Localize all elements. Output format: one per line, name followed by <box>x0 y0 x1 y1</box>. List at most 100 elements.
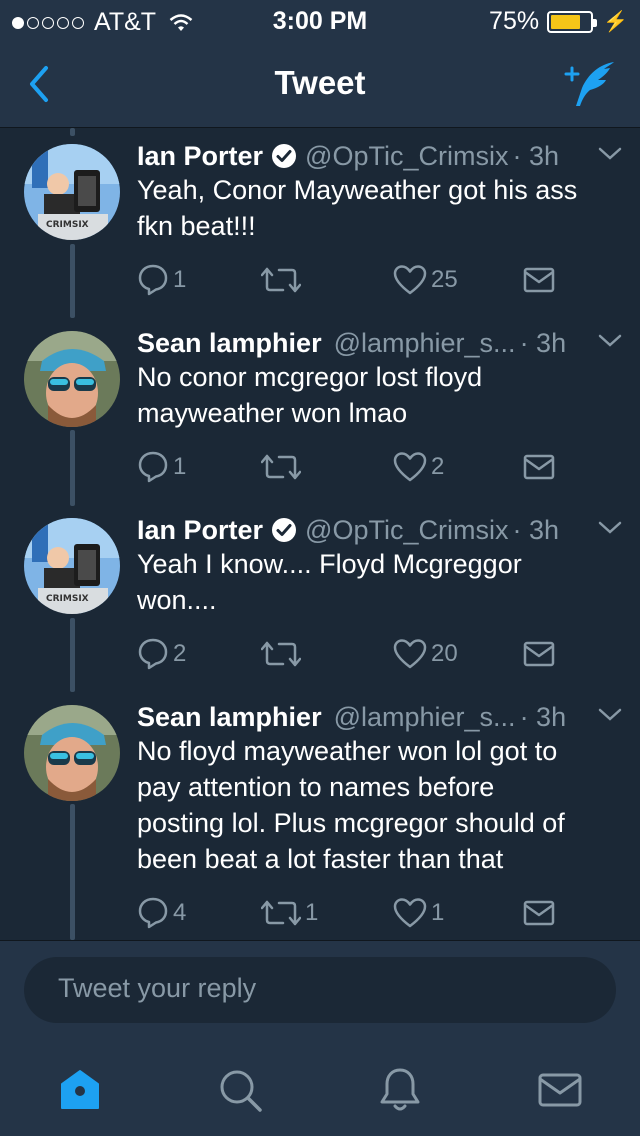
tweet-header: Sean lamphier @lamphier_s... · 3h <box>137 697 627 737</box>
retweet-button[interactable]: 1 <box>261 895 318 931</box>
author-handle[interactable]: @lamphier_s... <box>334 702 516 733</box>
tweet[interactable]: Sean lamphier @lamphier_s... · 3h No con… <box>0 323 640 503</box>
like-count: 1 <box>431 899 445 926</box>
direct-message-button[interactable] <box>523 262 555 298</box>
tweet-text: Yeah I know.... Floyd Mcgreggor won.... <box>137 546 627 618</box>
reply-icon <box>138 264 168 296</box>
like-button[interactable]: 25 <box>393 262 458 298</box>
reply-button[interactable]: 1 <box>137 262 186 298</box>
chevron-down-icon[interactable] <box>598 333 622 349</box>
chevron-down-icon[interactable] <box>598 146 622 162</box>
retweet-icon <box>261 267 301 293</box>
like-count: 25 <box>431 266 458 293</box>
direct-message-button[interactable] <box>523 636 555 672</box>
nav-bar: Tweet <box>0 40 640 128</box>
tab-bar <box>0 1044 640 1136</box>
avatar[interactable] <box>24 705 120 801</box>
verified-badge-icon <box>272 144 297 168</box>
author-name[interactable]: Sean lamphier <box>137 702 322 733</box>
reply-icon <box>138 897 168 929</box>
tweet[interactable]: CRIMSIX Ian Porter @OpTic_Crimsix · 3h Y… <box>0 136 640 316</box>
tweet-text-line: No conor mcgregor lost floyd <box>137 362 483 392</box>
retweet-icon <box>261 900 301 926</box>
reply-icon <box>138 638 168 670</box>
tweet-text-line: No floyd mayweather won lol got to <box>137 736 558 766</box>
tweet-actions: 2 20 <box>137 636 567 672</box>
chevron-down-icon[interactable] <box>598 520 622 536</box>
retweet-button[interactable] <box>261 636 305 672</box>
tweet-text-line: mayweather won lmao <box>137 398 408 428</box>
heart-icon <box>393 898 427 928</box>
tweet-text: No floyd mayweather won lol got to pay a… <box>137 733 627 877</box>
tweet[interactable]: Sean lamphier @lamphier_s... · 3h No flo… <box>0 697 640 937</box>
avatar[interactable] <box>24 331 120 427</box>
thread-line <box>70 128 75 136</box>
author-handle[interactable]: @OpTic_Crimsix <box>305 141 508 172</box>
retweet-icon <box>261 641 301 667</box>
chevron-down-icon[interactable] <box>598 707 622 723</box>
retweet-count: 1 <box>305 899 319 926</box>
battery-level <box>551 14 580 29</box>
verified-badge-icon <box>272 518 297 542</box>
avatar[interactable]: CRIMSIX <box>24 144 120 240</box>
tab-messages[interactable] <box>536 1066 584 1114</box>
tab-home[interactable] <box>56 1066 104 1114</box>
mail-icon <box>523 900 555 926</box>
tweet-actions: 1 25 <box>137 262 567 298</box>
reply-count: 1 <box>173 453 187 480</box>
tweet-time: · 3h <box>512 514 559 545</box>
tweet-text-line: been beat a lot faster than that <box>137 844 504 874</box>
reply-input[interactable]: Tweet your reply <box>24 957 616 1023</box>
direct-message-button[interactable] <box>523 895 555 931</box>
tweet-actions: 1 2 <box>137 449 567 485</box>
author-name[interactable]: Ian Porter <box>137 141 263 172</box>
page-title: Tweet <box>274 64 366 101</box>
tweet-text-line: pay attention to names before <box>137 772 495 802</box>
reply-button[interactable]: 1 <box>137 449 186 485</box>
svg-text:CRIMSIX: CRIMSIX <box>46 594 89 604</box>
reply-button[interactable]: 2 <box>137 636 186 672</box>
tweet-time: · 3h <box>519 701 567 732</box>
tweet-time: · 3h <box>519 327 567 358</box>
battery-percent: 75% <box>489 7 540 35</box>
heart-icon <box>393 639 427 669</box>
heart-icon <box>393 452 427 482</box>
svg-text:CRIMSIX: CRIMSIX <box>46 220 89 230</box>
tweet-text-line: posting lol. Plus mcgregor should of <box>137 808 565 838</box>
heart-icon <box>393 265 427 295</box>
author-name[interactable]: Sean lamphier <box>137 328 322 359</box>
status-right: 75% ⚡ <box>489 7 628 36</box>
avatar[interactable]: CRIMSIX <box>24 518 120 614</box>
tweet-text: Yeah, Conor Mayweather got his ass fkn b… <box>137 172 627 244</box>
author-handle[interactable]: @OpTic_Crimsix <box>305 515 508 546</box>
reply-count: 1 <box>173 266 187 293</box>
retweet-button[interactable] <box>261 449 305 485</box>
status-bar: AT&T 3:00 PM 75% ⚡ <box>0 0 640 40</box>
reply-count: 4 <box>173 899 187 926</box>
tweet-text-line: Yeah I know.... Floyd Mcgreggor <box>137 549 522 579</box>
like-button[interactable]: 2 <box>393 449 444 485</box>
conversation-thread[interactable]: CRIMSIX Ian Porter @OpTic_Crimsix · 3h Y… <box>0 128 640 940</box>
author-handle[interactable]: @lamphier_s... <box>334 328 516 359</box>
tweet-header: Sean lamphier @lamphier_s... · 3h <box>137 323 627 363</box>
tweet-header: Ian Porter @OpTic_Crimsix · 3h <box>137 510 627 550</box>
author-name[interactable]: Ian Porter <box>137 515 263 546</box>
reply-icon <box>138 451 168 483</box>
tweet-text-line: fkn beat!!! <box>137 211 256 241</box>
tab-search[interactable] <box>216 1066 264 1114</box>
like-button[interactable]: 20 <box>393 636 458 672</box>
compose-tweet-button[interactable] <box>564 58 618 110</box>
tweet[interactable]: CRIMSIX Ian Porter @OpTic_Crimsix · 3h Y… <box>0 510 640 690</box>
tweet-text-line: won.... <box>137 585 217 615</box>
retweet-icon <box>261 454 301 480</box>
tweet-time: · 3h <box>512 140 559 171</box>
retweet-button[interactable] <box>261 262 305 298</box>
charging-icon: ⚡ <box>603 11 628 33</box>
tab-notifications[interactable] <box>376 1066 424 1114</box>
reply-button[interactable]: 4 <box>137 895 186 931</box>
direct-message-button[interactable] <box>523 449 555 485</box>
tweet-text-line: Yeah, Conor Mayweather got his ass <box>137 175 578 205</box>
like-button[interactable]: 1 <box>393 895 444 931</box>
mail-icon <box>523 454 555 480</box>
like-count: 2 <box>431 453 445 480</box>
